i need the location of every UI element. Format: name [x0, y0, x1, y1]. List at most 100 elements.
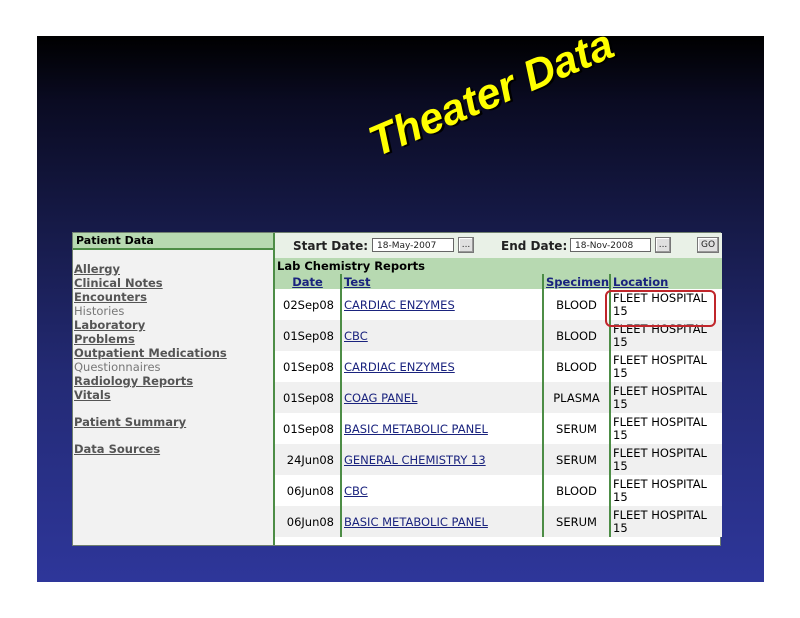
location-line: FLEET HOSPITAL	[613, 414, 707, 429]
cell-location: FLEET HOSPITAL 15	[609, 506, 722, 537]
sidebar-item-label[interactable]: Problems	[74, 332, 135, 346]
start-date-picker-button[interactable]: ...	[458, 237, 474, 253]
main-panel: Start Date: 18-May-2007 ... End Date: 18…	[273, 233, 722, 545]
cell-test: CARDIAC ENZYMES	[340, 351, 543, 382]
test-link[interactable]: GENERAL CHEMISTRY 13	[344, 453, 486, 467]
table-row: 01Sep08 BASIC METABOLIC PANEL SERUM FLEET H…	[275, 413, 722, 444]
sidebar-item: Patient Summary	[73, 415, 273, 429]
end-date-label: End Date:	[501, 239, 568, 253]
location-line: 15	[613, 365, 628, 380]
cell-location: FLEET HOSPITAL 15	[609, 413, 722, 444]
location-line: 15	[613, 334, 628, 349]
sidebar-item: Encounters	[73, 290, 273, 304]
table-row: 06Jun08 CBC BLOOD FLEET HOSPITAL 15	[275, 475, 722, 506]
end-date-picker-button[interactable]: ...	[655, 237, 671, 253]
cell-specimen: BLOOD	[542, 351, 610, 382]
cell-test: CBC	[340, 320, 543, 351]
sidebar-item-label[interactable]: Encounters	[74, 290, 147, 304]
start-date-label: Start Date:	[293, 239, 369, 253]
test-link[interactable]: CARDIAC ENZYMES	[344, 298, 455, 312]
sidebar-item-label: Questionnaires	[74, 360, 161, 374]
location-line: FLEET HOSPITAL	[613, 507, 707, 522]
cell-date: 02Sep08	[275, 289, 341, 320]
cell-date: 06Jun08	[275, 506, 341, 537]
cell-test: GENERAL CHEMISTRY 13	[340, 444, 543, 475]
start-date-input[interactable]: 18-May-2007	[372, 238, 454, 252]
go-button[interactable]: GO	[697, 237, 719, 253]
cell-specimen: PLASMA	[542, 382, 610, 413]
sidebar-item: Histories	[73, 304, 273, 318]
sidebar-item-label: Histories	[74, 304, 125, 318]
cell-date: 01Sep08	[275, 382, 341, 413]
cell-specimen: SERUM	[542, 506, 610, 537]
test-link[interactable]: CARDIAC ENZYMES	[344, 360, 455, 374]
cell-location: FLEET HOSPITAL 15	[609, 351, 722, 382]
table-row: 01Sep08 CARDIAC ENZYMES BLOOD FLEET HOSPITA…	[275, 351, 722, 382]
cell-location: FLEET HOSPITAL 15	[609, 475, 722, 506]
location-line: 15	[613, 520, 628, 535]
test-link[interactable]: CBC	[344, 329, 368, 343]
column-header-location[interactable]: Location	[609, 274, 722, 289]
test-link[interactable]: COAG PANEL	[344, 391, 417, 405]
table-row: 01Sep08 COAG PANEL PLASMA FLEET HOSPITAL 15	[275, 382, 722, 413]
location-line: 15	[613, 458, 628, 473]
date-filter-bar: Start Date: 18-May-2007 ... End Date: 18…	[275, 233, 722, 259]
cell-test: COAG PANEL	[340, 382, 543, 413]
cell-specimen: BLOOD	[542, 320, 610, 351]
location-line: FLEET HOSPITAL	[613, 476, 707, 491]
cell-date: 01Sep08	[275, 413, 341, 444]
sidebar-item-label[interactable]: Data Sources	[74, 442, 160, 456]
end-date-input[interactable]: 18-Nov-2008	[570, 238, 651, 252]
cell-date: 01Sep08	[275, 320, 341, 351]
location-line: FLEET HOSPITAL	[613, 383, 707, 398]
sidebar-item-label[interactable]: Laboratory	[74, 318, 145, 332]
location-line: FLEET HOSPITAL	[613, 352, 707, 367]
column-header-test[interactable]: Test	[340, 274, 543, 289]
sidebar-item-label[interactable]: Outpatient Medications	[74, 346, 227, 360]
sidebar-item-label[interactable]: Patient Summary	[74, 415, 186, 429]
sidebar: Patient Data Allergy Clinical Notes Encoun…	[73, 233, 273, 545]
location-line: 15	[613, 427, 628, 442]
cell-specimen: SERUM	[542, 444, 610, 475]
sidebar-item: Vitals	[73, 388, 273, 402]
column-header-date[interactable]: Date	[275, 274, 341, 289]
sidebar-item: Allergy	[73, 262, 273, 276]
sidebar-item: Data Sources	[73, 442, 273, 456]
sidebar-nav: Allergy Clinical Notes Encounters Histories…	[73, 250, 273, 456]
sidebar-item: Radiology Reports	[73, 374, 273, 388]
location-line: 15	[613, 396, 628, 411]
location-highlight-outline	[605, 290, 716, 327]
cell-test: BASIC METABOLIC PANEL	[340, 413, 543, 444]
sidebar-item-label[interactable]: Allergy	[74, 262, 120, 276]
cell-date: 06Jun08	[275, 475, 341, 506]
cell-date: 24Jun08	[275, 444, 341, 475]
sidebar-header: Patient Data	[73, 233, 273, 250]
sidebar-item-label[interactable]: Vitals	[74, 388, 111, 402]
test-link[interactable]: BASIC METABOLIC PANEL	[344, 515, 488, 529]
cell-test: BASIC METABOLIC PANEL	[340, 506, 543, 537]
test-link[interactable]: BASIC METABOLIC PANEL	[344, 422, 488, 436]
cell-location: FLEET HOSPITAL 15	[609, 444, 722, 475]
sidebar-item-label[interactable]: Clinical Notes	[74, 276, 163, 290]
sidebar-item: Outpatient Medications	[73, 346, 273, 360]
column-header-specimen[interactable]: Specimen	[542, 274, 610, 289]
cell-specimen: BLOOD	[542, 475, 610, 506]
patient-data-window: Patient Data Allergy Clinical Notes Encoun…	[72, 232, 722, 546]
test-link[interactable]: CBC	[344, 484, 368, 498]
sidebar-item: Laboratory	[73, 318, 273, 332]
location-line: 15	[613, 489, 628, 504]
cell-location: FLEET HOSPITAL 15	[609, 382, 722, 413]
cell-test: CARDIAC ENZYMES	[340, 289, 543, 320]
cell-date: 01Sep08	[275, 351, 341, 382]
table-row: 24Jun08 GENERAL CHEMISTRY 13 SERUM FLEET HO…	[275, 444, 722, 475]
sidebar-item: Problems	[73, 332, 273, 346]
report-title: Lab Chemistry Reports	[275, 259, 722, 274]
table-row: 06Jun08 BASIC METABOLIC PANEL SERUM FLEET H…	[275, 506, 722, 537]
cell-test: CBC	[340, 475, 543, 506]
sidebar-item-label[interactable]: Radiology Reports	[74, 374, 193, 388]
location-line: FLEET HOSPITAL	[613, 445, 707, 460]
sidebar-item: Clinical Notes	[73, 276, 273, 290]
cell-specimen: SERUM	[542, 413, 610, 444]
cell-specimen: BLOOD	[542, 289, 610, 320]
sidebar-item: Questionnaires	[73, 360, 273, 374]
